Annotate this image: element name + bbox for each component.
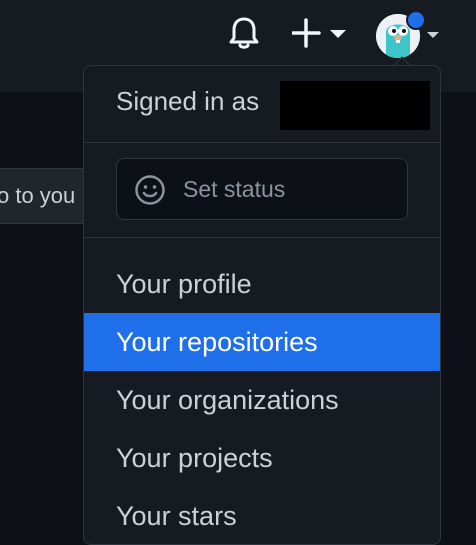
redacted-username xyxy=(280,81,430,130)
divider xyxy=(84,237,440,238)
menu-item-label: Your profile xyxy=(116,269,252,299)
caret-down-icon xyxy=(330,30,346,38)
menu-item-label: Your repositories xyxy=(116,327,318,357)
divider xyxy=(84,142,440,143)
avatar-menu-toggle[interactable] xyxy=(374,10,444,58)
user-dropdown-menu: Signed in as Set status Your profile You… xyxy=(83,65,441,545)
set-status-button[interactable]: Set status xyxy=(116,158,408,220)
signed-in-label: Signed in as xyxy=(116,86,260,116)
menu-item-your-stars[interactable]: Your stars xyxy=(84,487,440,545)
plus-icon[interactable] xyxy=(292,16,348,50)
caret-down-icon[interactable] xyxy=(426,30,440,40)
background-button-label: o to you xyxy=(0,183,76,208)
status-dot xyxy=(406,10,426,30)
menu-item-label: Your organizations xyxy=(116,385,339,415)
menu-item-label: Your stars xyxy=(116,501,237,531)
smiley-icon xyxy=(135,175,165,205)
menu-item-your-profile[interactable]: Your profile xyxy=(84,255,440,313)
bell-icon[interactable] xyxy=(226,14,262,52)
set-status-label: Set status xyxy=(183,176,286,202)
menu-item-your-organizations[interactable]: Your organizations xyxy=(84,371,440,429)
menu-item-your-repositories[interactable]: Your repositories xyxy=(84,313,440,371)
menu-item-label: Your projects xyxy=(116,443,273,473)
background-button[interactable]: o to you xyxy=(0,168,96,224)
menu-item-your-projects[interactable]: Your projects xyxy=(84,429,440,487)
